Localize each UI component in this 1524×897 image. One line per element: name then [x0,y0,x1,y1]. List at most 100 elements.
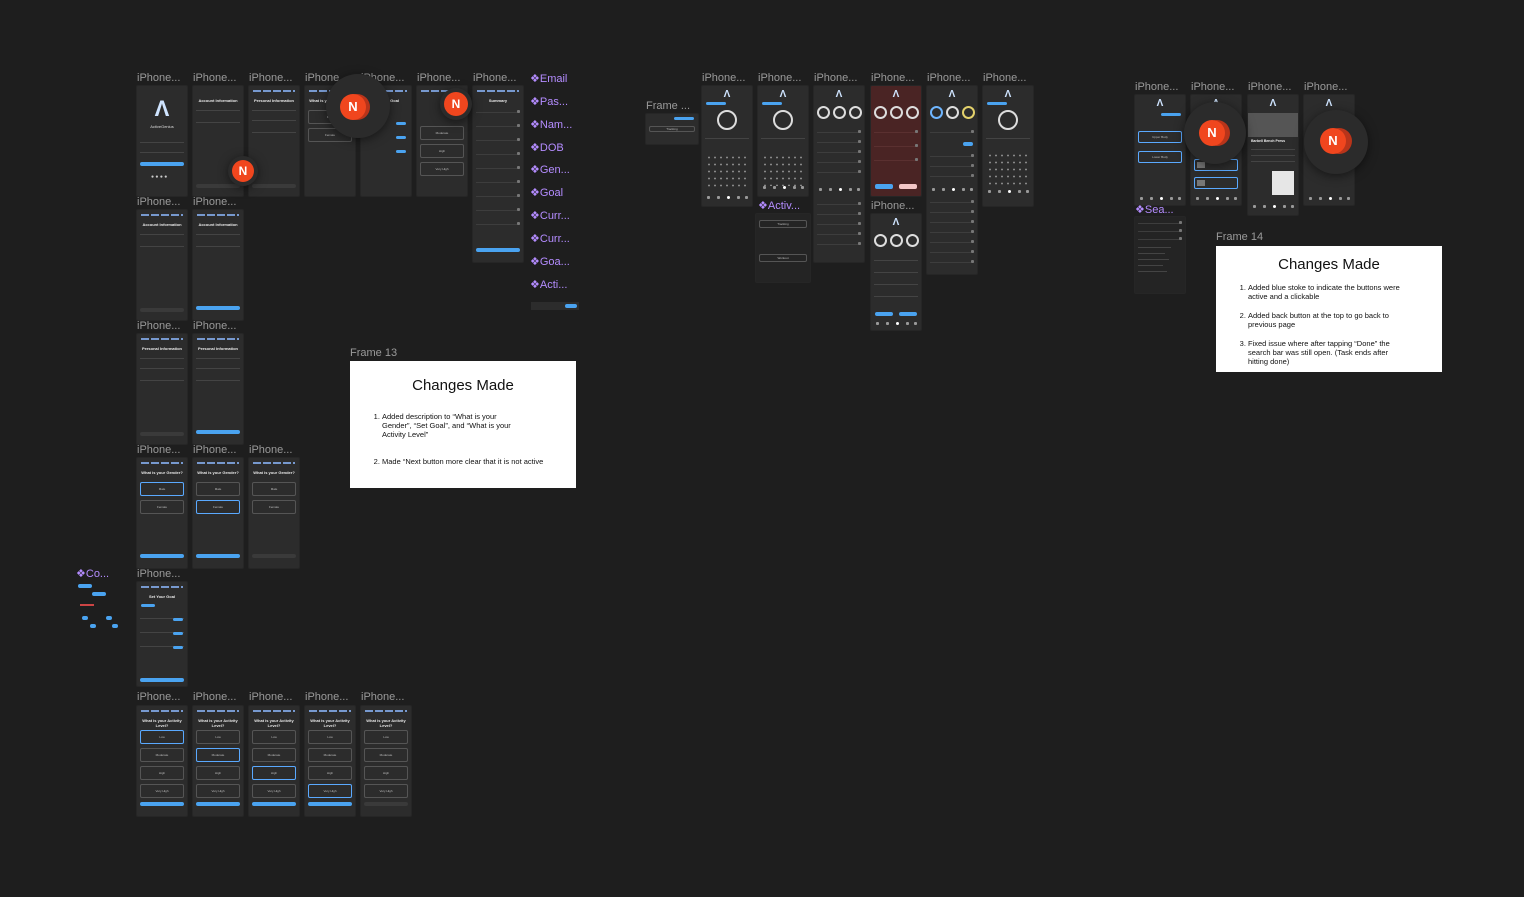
phone-activity[interactable]: What is your Activity Level? Low Moderat… [249,706,299,816]
option-moderate[interactable]: Moderate [196,748,240,762]
component-goal[interactable]: Goal [530,186,580,199]
option-very-high[interactable]: Very High [252,784,296,798]
frame-label[interactable]: iPhone... [137,196,187,208]
phone-tracking-list[interactable]: Λ [927,86,977,274]
option-low[interactable]: Low [140,730,184,744]
calendar-grid[interactable] [706,154,748,190]
changes-note-frame14[interactable]: Changes Made Added blue stoke to indicat… [1216,246,1442,372]
option-low[interactable]: Low [252,730,296,744]
frame-label[interactable]: iPhone... [137,691,187,703]
component-co[interactable]: Co... [76,567,126,580]
frame-label[interactable]: iPhone... [249,691,299,703]
frame-label[interactable]: iPhone... [193,72,243,84]
option-very-high[interactable]: Very High [140,784,184,798]
frame-label[interactable]: iPhone... [193,691,243,703]
option-female[interactable]: Female [140,500,184,514]
phone-gender[interactable]: What is your Gender? Male Female [137,458,187,568]
phone-personal-info[interactable]: Personal Information [249,86,299,196]
frame-label[interactable]: iPhone... [137,72,187,84]
frame-label[interactable]: iPhone... [137,320,187,332]
frame-label[interactable]: iPhone... [193,444,243,456]
frame-label[interactable]: iPhone... [983,72,1033,84]
next-button[interactable] [140,554,184,558]
component-password[interactable]: Pas... [530,95,580,108]
collaborator-avatar[interactable]: N [1304,110,1368,174]
next-button[interactable] [252,802,296,806]
calendar-grid[interactable] [762,154,804,186]
option-low[interactable]: Low [196,730,240,744]
component-email[interactable]: Email [530,72,580,85]
option-very-high[interactable]: Very High [308,784,352,798]
frame-label[interactable]: iPhone... [193,196,243,208]
collaborator-avatar[interactable]: N [228,156,258,186]
frame-label[interactable]: iPhone... [137,444,187,456]
phone-summary[interactable]: Summary [473,86,523,262]
option-high[interactable]: High [420,144,464,158]
frame-label[interactable]: iPhone... [1135,81,1185,93]
collaborator-avatar[interactable]: N [1184,102,1246,164]
phone-personal-info[interactable]: Personal Information [137,334,187,444]
figma-canvas[interactable]: iPhone... iPhone... iPhone... iPhone... … [0,0,1524,897]
next-button[interactable] [196,184,240,188]
phone-tracking-error[interactable]: Λ [871,86,921,196]
frame-label[interactable]: iPhone... [249,72,299,84]
frame-label[interactable]: Frame 14 [1216,231,1263,243]
changes-note-frame13[interactable]: Changes Made Added description to “What … [350,361,576,488]
frame-label[interactable]: iPhone... [473,72,523,84]
social-icons[interactable]: ● ● ● ● [151,174,167,180]
phone-account-info[interactable]: Account Information [193,210,243,320]
phone-login[interactable]: Λ ActiveGenius ● ● ● ● [137,86,187,196]
confirm-button[interactable] [476,248,520,252]
frame-label[interactable]: iPhone... [871,72,921,84]
phone-tracking[interactable]: Λ [702,86,752,206]
next-button[interactable] [140,802,184,806]
component-current[interactable]: Curr... [530,232,580,245]
next-button[interactable] [252,554,296,558]
option-very-high[interactable]: Very High [364,784,408,798]
phone-gender[interactable]: What is your Gender? Male Female [249,458,299,568]
frame-label[interactable]: iPhone... [361,691,411,703]
login-button[interactable] [140,162,184,166]
calendar-grid[interactable] [987,152,1029,188]
component-dob[interactable]: DOB [530,141,580,154]
option-moderate[interactable]: Moderate [364,748,408,762]
frame-label[interactable]: iPhone... [1248,81,1298,93]
option-male[interactable]: Male [252,482,296,496]
phone-set-goal[interactable]: Set Your Goal [137,582,187,686]
option-male[interactable]: Male [140,482,184,496]
option-female[interactable]: Female [252,500,296,514]
phone-tracking[interactable]: Λ [758,86,808,196]
next-button[interactable] [140,678,184,682]
frame-label[interactable]: iPhone... [417,72,467,84]
frame-label[interactable]: Frame 13 [350,347,397,359]
phone-tracking-form[interactable]: Λ [871,214,921,330]
option-very-high[interactable]: Very High [196,784,240,798]
frame-label[interactable]: iPhone... [1191,81,1241,93]
component-instance[interactable]: Tracking Workout [756,214,810,282]
collaborator-avatar[interactable]: N [440,88,472,120]
option-moderate[interactable]: Moderate [420,126,464,140]
frame-label[interactable]: iPhone... [1304,81,1354,93]
component-instance[interactable] [76,582,122,632]
frame-label[interactable]: iPhone... [249,444,299,456]
phone-activity[interactable]: What is your Activity Level? Low Moderat… [361,706,411,816]
frame-label[interactable]: iPhone... [758,72,808,84]
next-button[interactable] [196,802,240,806]
option-high[interactable]: High [252,766,296,780]
frame-label[interactable]: iPhone... [871,200,921,212]
option-moderate[interactable]: Moderate [252,748,296,762]
phone-activity[interactable]: What is your Activity Level? Low Moderat… [193,706,243,816]
component-activity[interactable]: Acti... [530,278,580,291]
upper-body-button[interactable]: Upper Body [1138,131,1182,143]
next-button[interactable] [252,184,296,188]
phone-personal-info[interactable]: Personal Information [193,334,243,444]
phone-account-info[interactable]: Account Information [137,210,187,320]
component-search[interactable]: Sea... [1135,203,1185,216]
component-activ[interactable]: Activ... [758,199,810,212]
lower-body-button[interactable]: Lower Body [1138,151,1182,163]
phone-activity[interactable]: What is your Activity Level? Low Moderat… [137,706,187,816]
frame-label[interactable]: Frame ... [646,100,698,112]
option-high[interactable]: High [364,766,408,780]
component-current[interactable]: Curr... [530,209,580,222]
option-female[interactable]: Female [196,500,240,514]
